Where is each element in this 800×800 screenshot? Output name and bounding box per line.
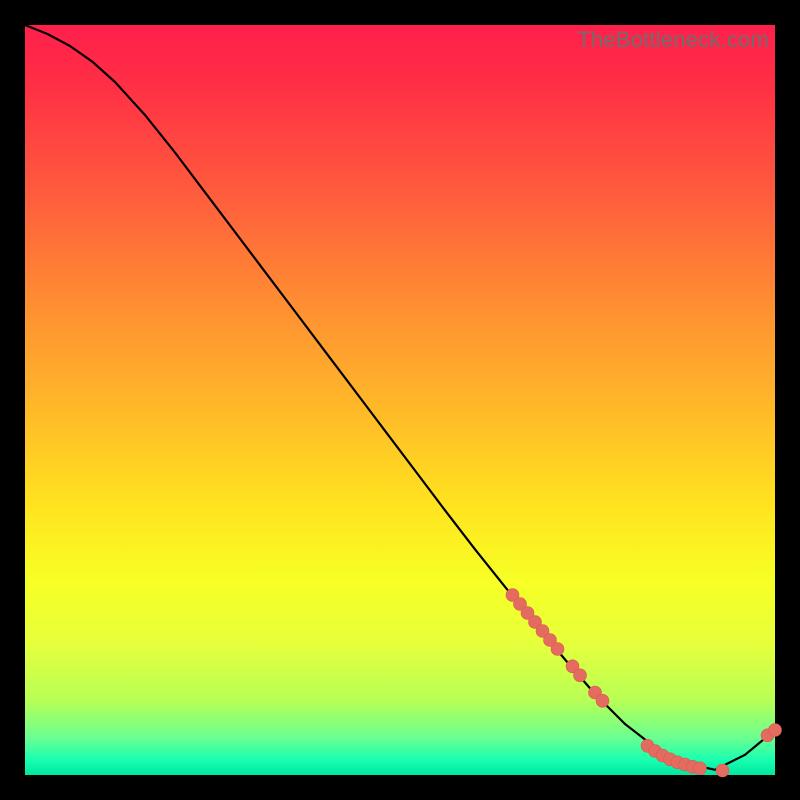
sample-point (596, 694, 609, 707)
sample-point (551, 643, 564, 656)
sample-point (694, 762, 707, 775)
plot-area: TheBottleneck.com (25, 25, 775, 775)
sample-points-group (506, 589, 782, 778)
sample-point (716, 764, 729, 777)
sample-point (574, 669, 587, 682)
chart-stage: TheBottleneck.com (0, 0, 800, 800)
bottleneck-curve (25, 25, 775, 770)
sample-point (769, 724, 782, 737)
chart-overlay (25, 25, 775, 775)
